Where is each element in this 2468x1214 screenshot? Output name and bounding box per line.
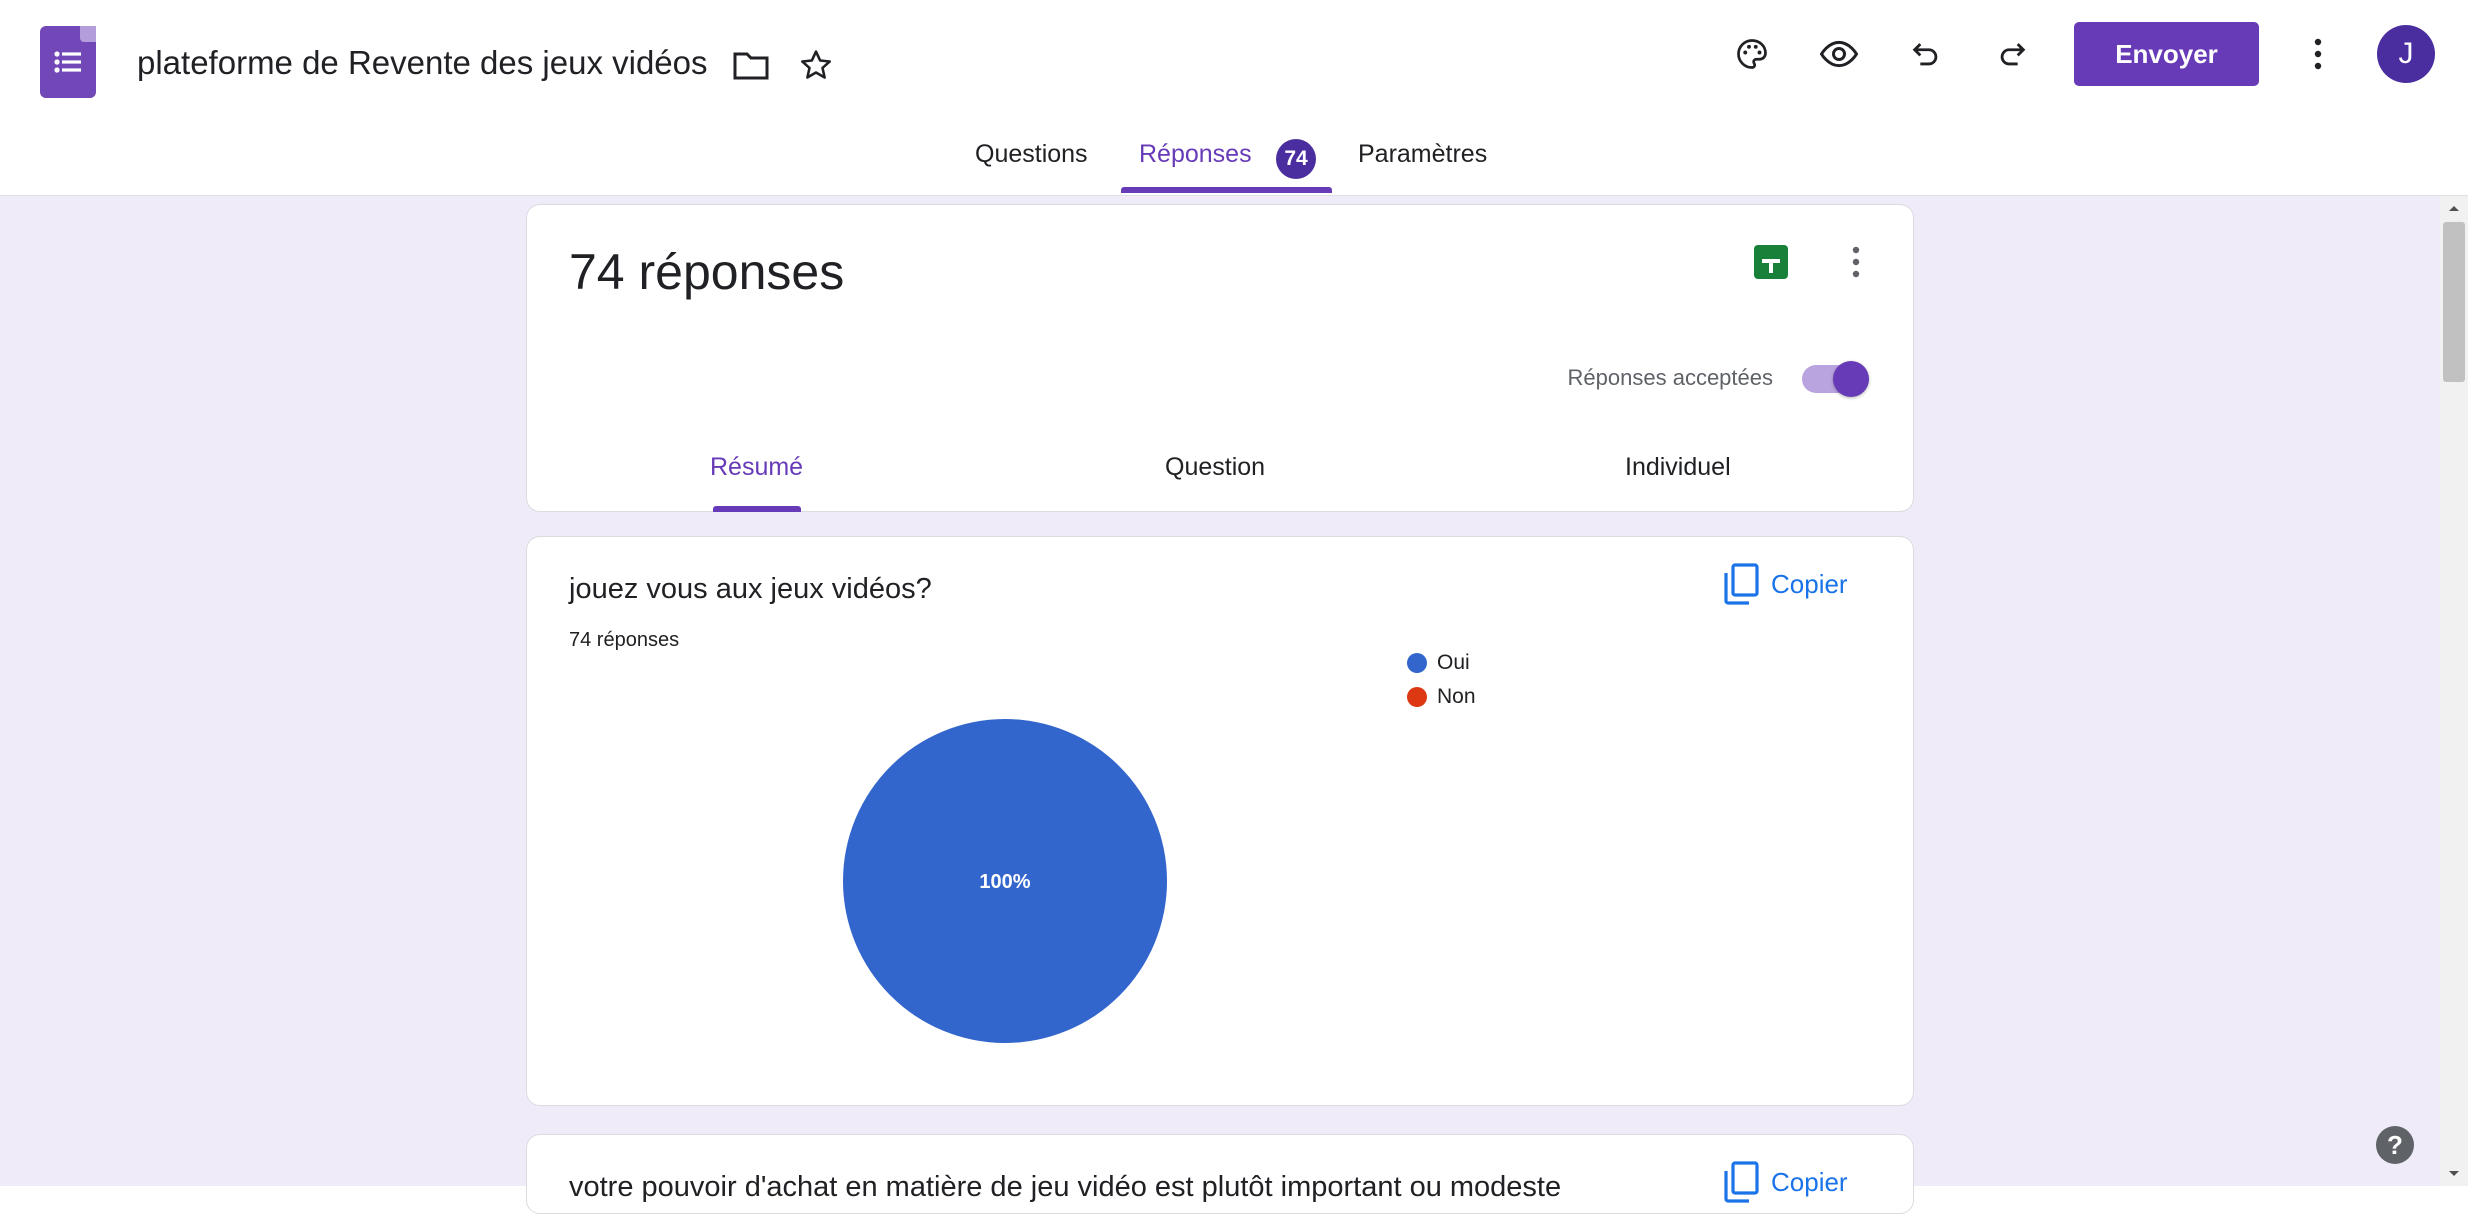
summary-card: 74 réponses Réponses acceptées Résumé Qu… bbox=[526, 204, 1914, 512]
legend-item-oui: Oui bbox=[1407, 651, 1470, 675]
star-icon[interactable] bbox=[789, 38, 843, 92]
question-summary-card: jouez vous aux jeux vidéos? 74 réponses … bbox=[526, 536, 1914, 1106]
copy-chart-button[interactable]: Copier bbox=[1723, 1161, 1848, 1203]
legend-swatch bbox=[1407, 653, 1427, 673]
eye-icon[interactable] bbox=[1812, 27, 1866, 81]
top-bar: plateforme de Revente des jeux vidéos En… bbox=[0, 0, 2468, 196]
redo-icon[interactable] bbox=[1985, 27, 2039, 81]
folder-icon[interactable] bbox=[724, 38, 778, 92]
form-title[interactable]: plateforme de Revente des jeux vidéos bbox=[137, 44, 708, 82]
help-icon[interactable]: ? bbox=[2376, 1126, 2414, 1164]
response-count-badge: 74 bbox=[1276, 139, 1316, 179]
legend-label: Oui bbox=[1437, 651, 1470, 674]
copy-icon bbox=[1724, 1161, 1759, 1203]
tab-questions[interactable]: Questions bbox=[975, 140, 1088, 169]
subtab-summary[interactable]: Résumé bbox=[710, 453, 803, 482]
accepting-responses-label: Réponses acceptées bbox=[1567, 365, 1773, 390]
sheets-icon[interactable] bbox=[1754, 245, 1788, 279]
subtab-question[interactable]: Question bbox=[1165, 453, 1265, 482]
forms-logo-icon[interactable] bbox=[40, 26, 96, 98]
question-summary-card: votre pouvoir d'achat en matière de jeu … bbox=[526, 1134, 1914, 1214]
legend-item-non: Non bbox=[1407, 685, 1476, 709]
tab-settings[interactable]: Paramètres bbox=[1358, 140, 1487, 169]
copy-label: Copier bbox=[1771, 1166, 1848, 1197]
send-button[interactable]: Envoyer bbox=[2074, 22, 2259, 86]
pie-data-label: 100% bbox=[979, 871, 1030, 893]
active-subtab-indicator bbox=[713, 506, 801, 512]
undo-icon[interactable] bbox=[1899, 27, 1953, 81]
toggle-knob[interactable] bbox=[1833, 361, 1869, 397]
pie-chart: 100% bbox=[843, 719, 1167, 1043]
legend-label: Non bbox=[1437, 685, 1476, 708]
more-vert-icon[interactable] bbox=[1829, 235, 1883, 289]
scroll-thumb[interactable] bbox=[2443, 222, 2465, 382]
palette-icon[interactable] bbox=[1725, 27, 1779, 81]
subtab-individual[interactable]: Individuel bbox=[1625, 453, 1731, 482]
avatar[interactable]: J bbox=[2377, 25, 2435, 83]
scroll-down-arrow-icon[interactable] bbox=[2448, 1170, 2460, 1178]
legend-swatch bbox=[1407, 687, 1427, 707]
question-title: votre pouvoir d'achat en matière de jeu … bbox=[569, 1171, 1562, 1203]
tab-responses[interactable]: Réponses bbox=[1139, 140, 1252, 169]
more-vert-icon[interactable] bbox=[2291, 27, 2345, 81]
response-count-heading: 74 réponses bbox=[569, 244, 845, 300]
responses-content: 74 réponses Réponses acceptées Résumé Qu… bbox=[0, 196, 2440, 1214]
scroll-up-arrow-icon[interactable] bbox=[2448, 204, 2460, 212]
active-tab-indicator bbox=[1121, 187, 1332, 193]
